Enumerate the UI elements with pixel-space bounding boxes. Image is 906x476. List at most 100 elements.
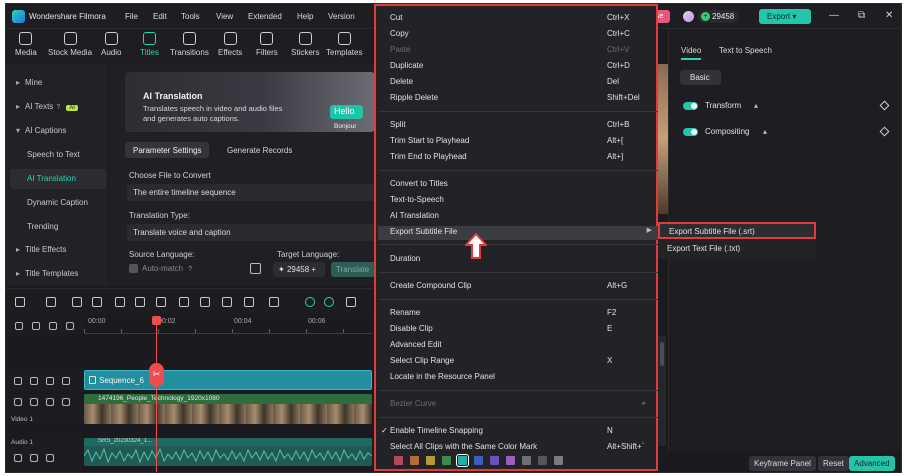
menu-item-create-compound-clip[interactable]: Create Compound Clip Alt+G (390, 281, 652, 295)
transform-toggle[interactable] (683, 102, 698, 110)
sidebar-item-trending[interactable]: Trending (10, 217, 106, 237)
color-swatch[interactable] (442, 456, 451, 465)
tool-transitions[interactable]: Transitions (170, 32, 209, 57)
menu-item-ai-translation[interactable]: AI Translation (390, 211, 652, 225)
layout-icon[interactable] (15, 297, 25, 307)
tab-parameter-settings[interactable]: Parameter Settings (125, 142, 210, 158)
menu-item-delete[interactable]: Delete Del (390, 77, 652, 91)
color-swatch[interactable] (394, 456, 403, 465)
sidebar-item-title-effects[interactable]: ▸ Title Effects (10, 240, 106, 260)
auto-match-checkbox[interactable] (129, 264, 138, 274)
maximize-icon[interactable]: ⧉ (858, 10, 865, 21)
minimize-icon[interactable]: — (829, 10, 839, 21)
menu-item-rename[interactable]: Rename F2 (390, 308, 652, 322)
tool-templates[interactable]: Templates (326, 32, 362, 57)
tool-audio[interactable]: Audio (101, 32, 121, 57)
audio-clip[interactable]: SRS_20230324_1... (84, 438, 372, 466)
marker-icon[interactable] (66, 322, 74, 330)
keyframe-panel-button[interactable]: Keyframe Panel (749, 456, 816, 471)
keyframe-diamond-icon[interactable] (879, 100, 890, 111)
credits-counter[interactable]: +29458 (698, 10, 740, 23)
split-icon[interactable] (135, 297, 145, 307)
ai-cut-icon[interactable] (244, 297, 254, 307)
sidebar-item-speech-to-text[interactable]: Speech to Text (10, 145, 106, 165)
basic-tab[interactable]: Basic (680, 70, 721, 85)
menu-item-ripple-delete[interactable]: Ripple Delete Shift+Del (390, 93, 652, 107)
export-button[interactable]: Export ▾ (759, 9, 811, 24)
track-audio-icon[interactable] (30, 377, 38, 385)
video-clip[interactable]: 1474196_People_Technology_1920x1080 (84, 394, 372, 424)
menu-item-convert-to-titles[interactable]: Convert to Titles (390, 179, 652, 193)
tool-filters[interactable]: Filters (256, 32, 278, 57)
menu-item-split[interactable]: Split Ctrl+B (390, 120, 652, 134)
menu-item-cut[interactable]: Cut Ctrl+X (390, 13, 652, 27)
redo-icon[interactable] (92, 297, 102, 307)
sidebar-item-ai-captions[interactable]: ▾ AI Captions (10, 121, 106, 141)
select-tool-icon[interactable] (46, 297, 56, 307)
delete-icon[interactable] (115, 297, 125, 307)
tool-titles[interactable]: Titles (140, 32, 159, 57)
tool-media[interactable]: Media (15, 32, 37, 57)
menu-file[interactable]: File (125, 12, 138, 21)
compositing-row[interactable]: Compositing ▴ (683, 126, 890, 140)
ai-mate-icon[interactable] (305, 297, 315, 307)
menu-item-trim-start[interactable]: Trim Start to Playhead Alt+[ (390, 136, 652, 150)
export-frame-icon[interactable] (346, 297, 356, 307)
menu-item-disable-clip[interactable]: Disable Clip E (390, 324, 652, 338)
menu-view[interactable]: View (216, 12, 233, 21)
menu-item-copy[interactable]: Copy Ctrl+C (390, 29, 652, 43)
submenu-export-txt[interactable]: Export Text File (.txt) (658, 240, 816, 257)
menu-item-export-subtitle-file[interactable]: Export Subtitle File ▶ (378, 226, 658, 240)
track-lock-icon[interactable] (14, 377, 22, 385)
track-visibility-icon[interactable] (62, 377, 70, 385)
timeline-scroll-thumb[interactable] (660, 342, 664, 366)
menu-item-duplicate[interactable]: Duplicate Ctrl+D (390, 61, 652, 75)
menu-tools[interactable]: Tools (181, 12, 200, 21)
reset-button[interactable]: Reset (818, 456, 849, 471)
undo-icon[interactable] (72, 297, 82, 307)
menu-extended[interactable]: Extended (248, 12, 282, 21)
caption-icon[interactable] (49, 322, 57, 330)
sidebar-item-title-templates[interactable]: ▸ Title Templates (10, 264, 106, 284)
color-swatch[interactable] (538, 456, 547, 465)
submenu-export-srt[interactable]: Export Subtitle File (.srt) (658, 222, 816, 239)
sidebar-item-ai-texts[interactable]: ▸ AI Texts? AI (10, 97, 106, 117)
sidebar-item-dynamic-caption[interactable]: Dynamic Caption (10, 193, 106, 213)
menu-item-select-same-color[interactable]: Select All Clips with the Same Color Mar… (390, 442, 652, 456)
menu-item-trim-end[interactable]: Trim End to Playhead Alt+] (390, 152, 652, 166)
track-visibility-icon[interactable] (62, 398, 70, 406)
transform-row[interactable]: Transform ▴ (683, 100, 890, 114)
color-swatch[interactable] (506, 456, 515, 465)
menu-item-enable-snapping[interactable]: ✓ Enable Timeline Snapping N (381, 426, 652, 440)
playhead-line[interactable] (156, 316, 157, 472)
menu-item-advanced-edit[interactable]: Advanced Edit (390, 340, 652, 354)
track-lock-icon[interactable] (14, 398, 22, 406)
track-audio-icon[interactable] (30, 454, 38, 462)
sidebar-item-ai-translation[interactable]: AI Translation (10, 169, 106, 189)
menu-help[interactable]: Help (297, 12, 313, 21)
advanced-button[interactable]: Advanced (849, 456, 895, 471)
menu-item-text-to-speech[interactable]: Text-to-Speech (390, 195, 652, 209)
ai-copilot-icon[interactable] (324, 297, 334, 307)
tool-stickers[interactable]: Stickers (291, 32, 319, 57)
menu-version[interactable]: Version (328, 12, 355, 21)
menu-item-duration[interactable]: Duration (390, 254, 652, 268)
timeline-ruler[interactable]: 00:00 00:02 00:04 00:06 (84, 316, 372, 334)
tab-video[interactable]: Video (681, 46, 702, 60)
menu-item-select-clip-range[interactable]: Select Clip Range X (390, 356, 652, 370)
color-swatch[interactable] (522, 456, 531, 465)
color-swatch[interactable] (490, 456, 499, 465)
keyframe-diamond-icon[interactable] (879, 126, 890, 137)
color-swatch[interactable] (554, 456, 563, 465)
add-track-icon[interactable] (15, 322, 23, 330)
color-swatch[interactable] (426, 456, 435, 465)
translation-type-select[interactable]: Translate voice and caption (127, 224, 377, 241)
sequence-clip[interactable]: Sequence_6 (84, 370, 372, 390)
track-lock-icon[interactable] (14, 454, 22, 462)
color-swatch[interactable] (410, 456, 419, 465)
tool-stock-media[interactable]: Stock Media (48, 32, 92, 57)
menu-edit[interactable]: Edit (153, 12, 167, 21)
auto-match-row[interactable]: Auto-match ? (129, 264, 192, 274)
speed-icon[interactable] (222, 297, 232, 307)
color-swatch[interactable] (474, 456, 483, 465)
